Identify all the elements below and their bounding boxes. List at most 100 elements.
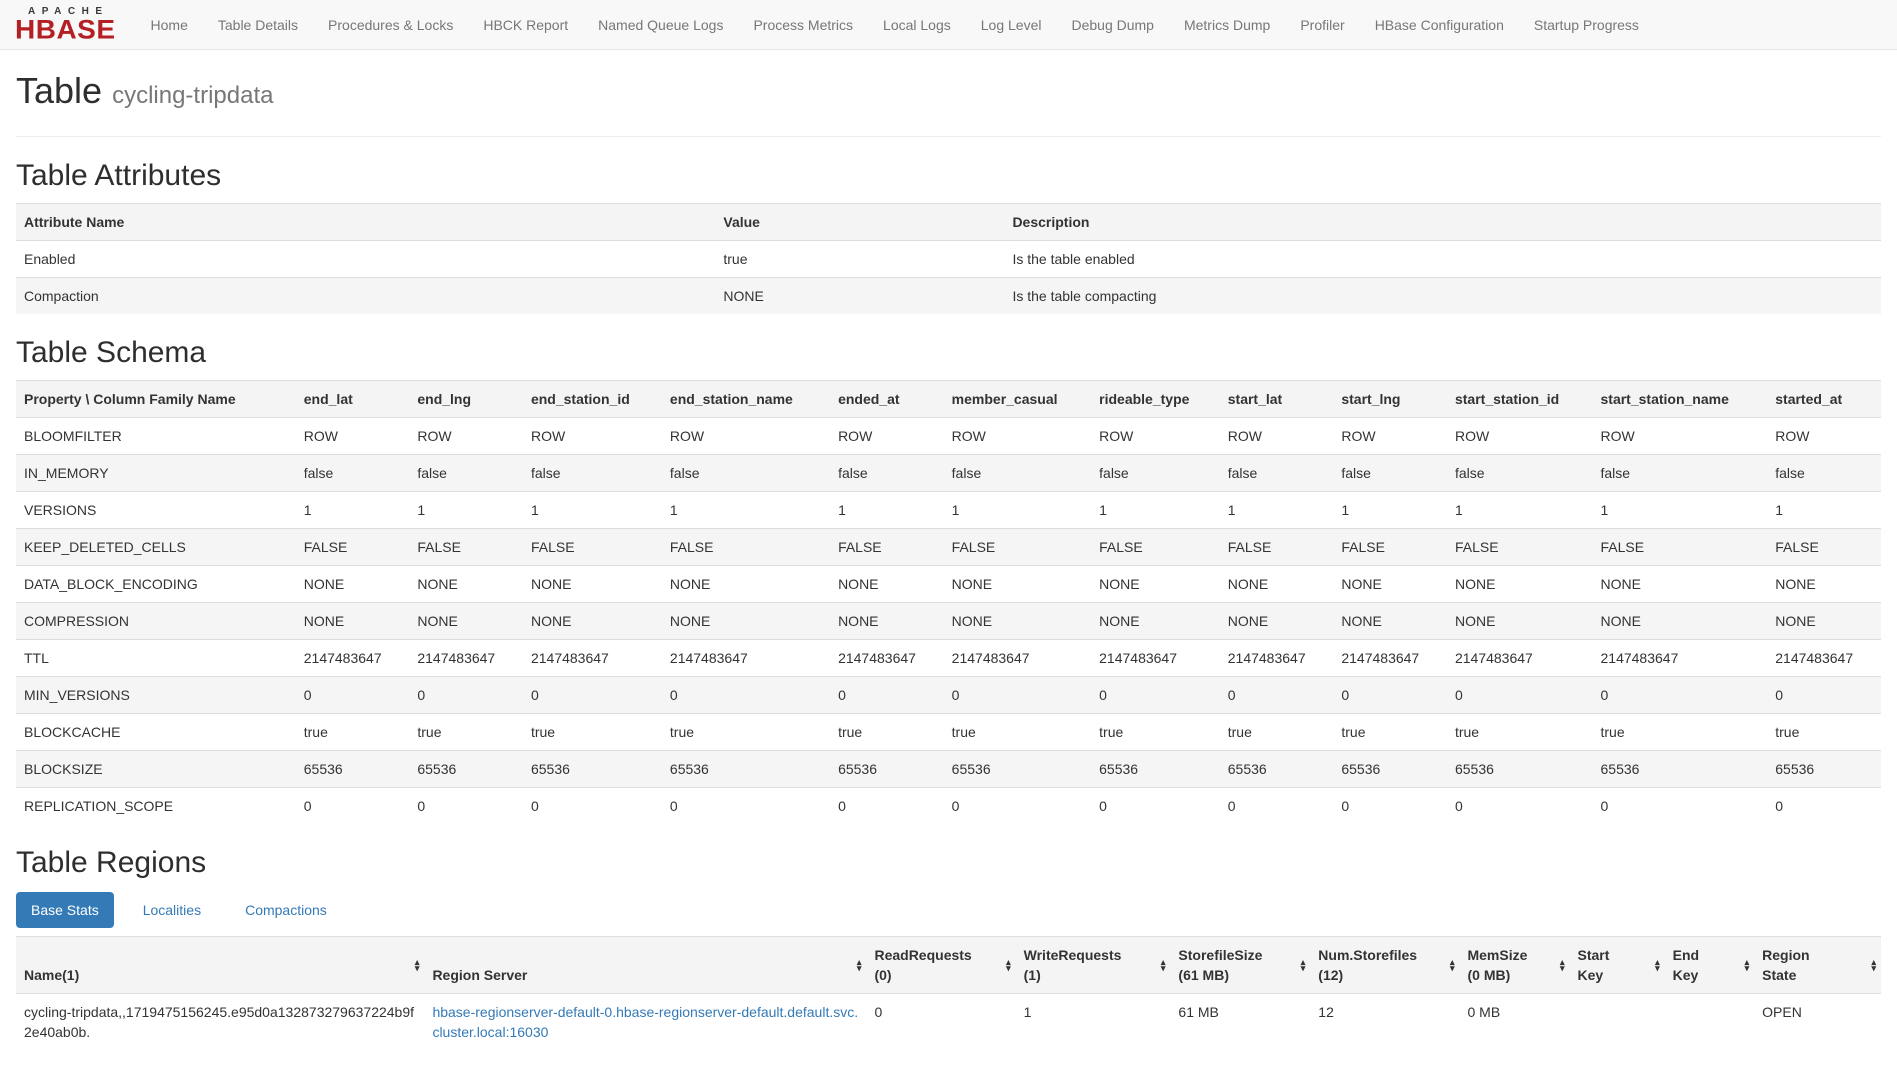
navbar-item-home[interactable]: Home xyxy=(136,0,203,50)
regions-tabs: Base Stats Localities Compactions xyxy=(16,892,1881,928)
schema-value-cell: NONE xyxy=(409,566,523,603)
navbar-item-debug-dump[interactable]: Debug Dump xyxy=(1056,0,1169,50)
regions-column-header[interactable]: Name(1)▴▾ xyxy=(16,937,424,994)
schema-value-cell: 1 xyxy=(1091,492,1220,529)
schema-value-cell: 1 xyxy=(523,492,662,529)
schema-family-column-header: started_at xyxy=(1767,381,1881,418)
navbar-item-metrics-dump[interactable]: Metrics Dump xyxy=(1169,0,1285,50)
tab-localities[interactable]: Localities xyxy=(128,892,216,928)
attribute-cell: NONE xyxy=(715,278,1004,315)
region-server-link[interactable]: hbase-regionserver-default-0.hbase-regio… xyxy=(432,1004,858,1040)
regions-column-label: Name(1) xyxy=(24,967,79,983)
sort-icon: ▴▾ xyxy=(1745,959,1750,971)
attribute-cell: Is the table compacting xyxy=(1004,278,1881,315)
schema-value-cell: 1 xyxy=(1333,492,1447,529)
regions-column-header[interactable]: Region Server▴▾ xyxy=(424,937,866,994)
schema-value-cell: 0 xyxy=(1220,788,1334,825)
schema-family-column-header: start_lat xyxy=(1220,381,1334,418)
schema-value-cell: 0 xyxy=(1767,677,1881,714)
regions-column-header[interactable]: WriteRequests (1)▴▾ xyxy=(1016,937,1171,994)
schema-value-cell: ROW xyxy=(1333,418,1447,455)
navbar-item-startup-progress[interactable]: Startup Progress xyxy=(1519,0,1654,50)
schema-value-cell: 0 xyxy=(1333,788,1447,825)
regions-column-header[interactable]: MemSize (0 MB)▴▾ xyxy=(1459,937,1569,994)
regions-column-header[interactable]: Num.Storefiles (12)▴▾ xyxy=(1310,937,1459,994)
schema-value-cell: NONE xyxy=(296,603,410,640)
schema-value-cell: 2147483647 xyxy=(662,640,830,677)
schema-value-cell: true xyxy=(1091,714,1220,751)
navbar-item-local-logs[interactable]: Local Logs xyxy=(868,0,966,50)
schema-value-cell: NONE xyxy=(1593,603,1768,640)
regions-column-header[interactable]: End Key▴▾ xyxy=(1665,937,1755,994)
schema-row: KEEP_DELETED_CELLSFALSEFALSEFALSEFALSEFA… xyxy=(16,529,1881,566)
schema-value-cell: ROW xyxy=(1091,418,1220,455)
schema-row: BLOCKCACHEtruetruetruetruetruetruetruetr… xyxy=(16,714,1881,751)
schema-value-cell: 0 xyxy=(1220,677,1334,714)
navbar-item-process-metrics[interactable]: Process Metrics xyxy=(738,0,868,50)
schema-value-cell: false xyxy=(1220,455,1334,492)
navbar-menu: HomeTable DetailsProcedures & LocksHBCK … xyxy=(136,0,1654,50)
schema-value-cell: 0 xyxy=(1091,677,1220,714)
navbar-item-hbck-report[interactable]: HBCK Report xyxy=(468,0,583,50)
schema-value-cell: 65536 xyxy=(1220,751,1334,788)
sort-down-arrow-icon: ▾ xyxy=(1871,965,1876,971)
sort-down-arrow-icon: ▾ xyxy=(415,965,420,971)
tab-compactions[interactable]: Compactions xyxy=(230,892,342,928)
schema-value-cell: false xyxy=(1333,455,1447,492)
regions-column-header[interactable]: Start Key▴▾ xyxy=(1570,937,1665,994)
region-num-storefiles-cell: 12 xyxy=(1310,994,1459,1051)
schema-property-cell: KEEP_DELETED_CELLS xyxy=(16,529,296,566)
navbar-item-hbase-configuration[interactable]: HBase Configuration xyxy=(1360,0,1519,50)
sort-icon: ▴▾ xyxy=(1871,959,1876,971)
regions-column-header[interactable]: StorefileSize (61 MB)▴▾ xyxy=(1170,937,1310,994)
schema-value-cell: NONE xyxy=(1333,566,1447,603)
table-schema-header-row: Property \ Column Family Nameend_latend_… xyxy=(16,381,1881,418)
schema-row: COMPRESSIONNONENONENONENONENONENONENONEN… xyxy=(16,603,1881,640)
regions-column-header[interactable]: Region State▴▾ xyxy=(1754,937,1881,994)
tab-base-stats[interactable]: Base Stats xyxy=(16,892,114,928)
schema-row: DATA_BLOCK_ENCODINGNONENONENONENONENONEN… xyxy=(16,566,1881,603)
regions-column-header[interactable]: ReadRequests (0)▴▾ xyxy=(866,937,1015,994)
sort-down-arrow-icon: ▾ xyxy=(857,965,862,971)
navbar-item-named-queue-logs[interactable]: Named Queue Logs xyxy=(583,0,738,50)
schema-family-column-header: rideable_type xyxy=(1091,381,1220,418)
sort-down-arrow-icon: ▾ xyxy=(1560,965,1565,971)
page-title: Tablecycling-tripdata xyxy=(16,70,1881,112)
schema-value-cell: FALSE xyxy=(1593,529,1768,566)
attribute-row: EnabledtrueIs the table enabled xyxy=(16,241,1881,278)
schema-value-cell: ROW xyxy=(523,418,662,455)
table-attributes-body: EnabledtrueIs the table enabledCompactio… xyxy=(16,241,1881,315)
schema-row: BLOCKSIZE6553665536655366553665536655366… xyxy=(16,751,1881,788)
schema-value-cell: 65536 xyxy=(830,751,944,788)
schema-row: IN_MEMORYfalsefalsefalsefalsefalsefalsef… xyxy=(16,455,1881,492)
schema-property-cell: BLOOMFILTER xyxy=(16,418,296,455)
attribute-cell: true xyxy=(715,241,1004,278)
schema-value-cell: NONE xyxy=(944,603,1091,640)
navbar-item-table-details[interactable]: Table Details xyxy=(203,0,313,50)
page-content: Tablecycling-tripdata Table Attributes A… xyxy=(0,70,1897,1050)
schema-value-cell: FALSE xyxy=(1091,529,1220,566)
page-header: Tablecycling-tripdata xyxy=(16,70,1881,137)
navbar-item-log-level[interactable]: Log Level xyxy=(966,0,1057,50)
schema-value-cell: false xyxy=(1091,455,1220,492)
schema-value-cell: 0 xyxy=(409,677,523,714)
hbase-logo[interactable]: APACHE HBASE xyxy=(15,7,116,43)
schema-value-cell: true xyxy=(1447,714,1593,751)
schema-value-cell: true xyxy=(523,714,662,751)
schema-family-column-header: member_casual xyxy=(944,381,1091,418)
schema-value-cell: 1 xyxy=(1220,492,1334,529)
schema-value-cell: 2147483647 xyxy=(296,640,410,677)
regions-column-label: StorefileSize (61 MB) xyxy=(1178,947,1262,983)
schema-value-cell: NONE xyxy=(1333,603,1447,640)
schema-value-cell: FALSE xyxy=(830,529,944,566)
navbar-item-profiler[interactable]: Profiler xyxy=(1285,0,1359,50)
schema-value-cell: ROW xyxy=(1767,418,1881,455)
schema-property-cell: DATA_BLOCK_ENCODING xyxy=(16,566,296,603)
schema-property-cell: COMPRESSION xyxy=(16,603,296,640)
schema-value-cell: 0 xyxy=(1767,788,1881,825)
regions-column-label: Region Server xyxy=(432,967,527,983)
schema-value-cell: true xyxy=(1767,714,1881,751)
schema-value-cell: 0 xyxy=(523,677,662,714)
region-name-cell: cycling-tripdata,,1719475156245.e95d0a13… xyxy=(16,994,424,1051)
navbar-item-procedures-locks[interactable]: Procedures & Locks xyxy=(313,0,468,50)
